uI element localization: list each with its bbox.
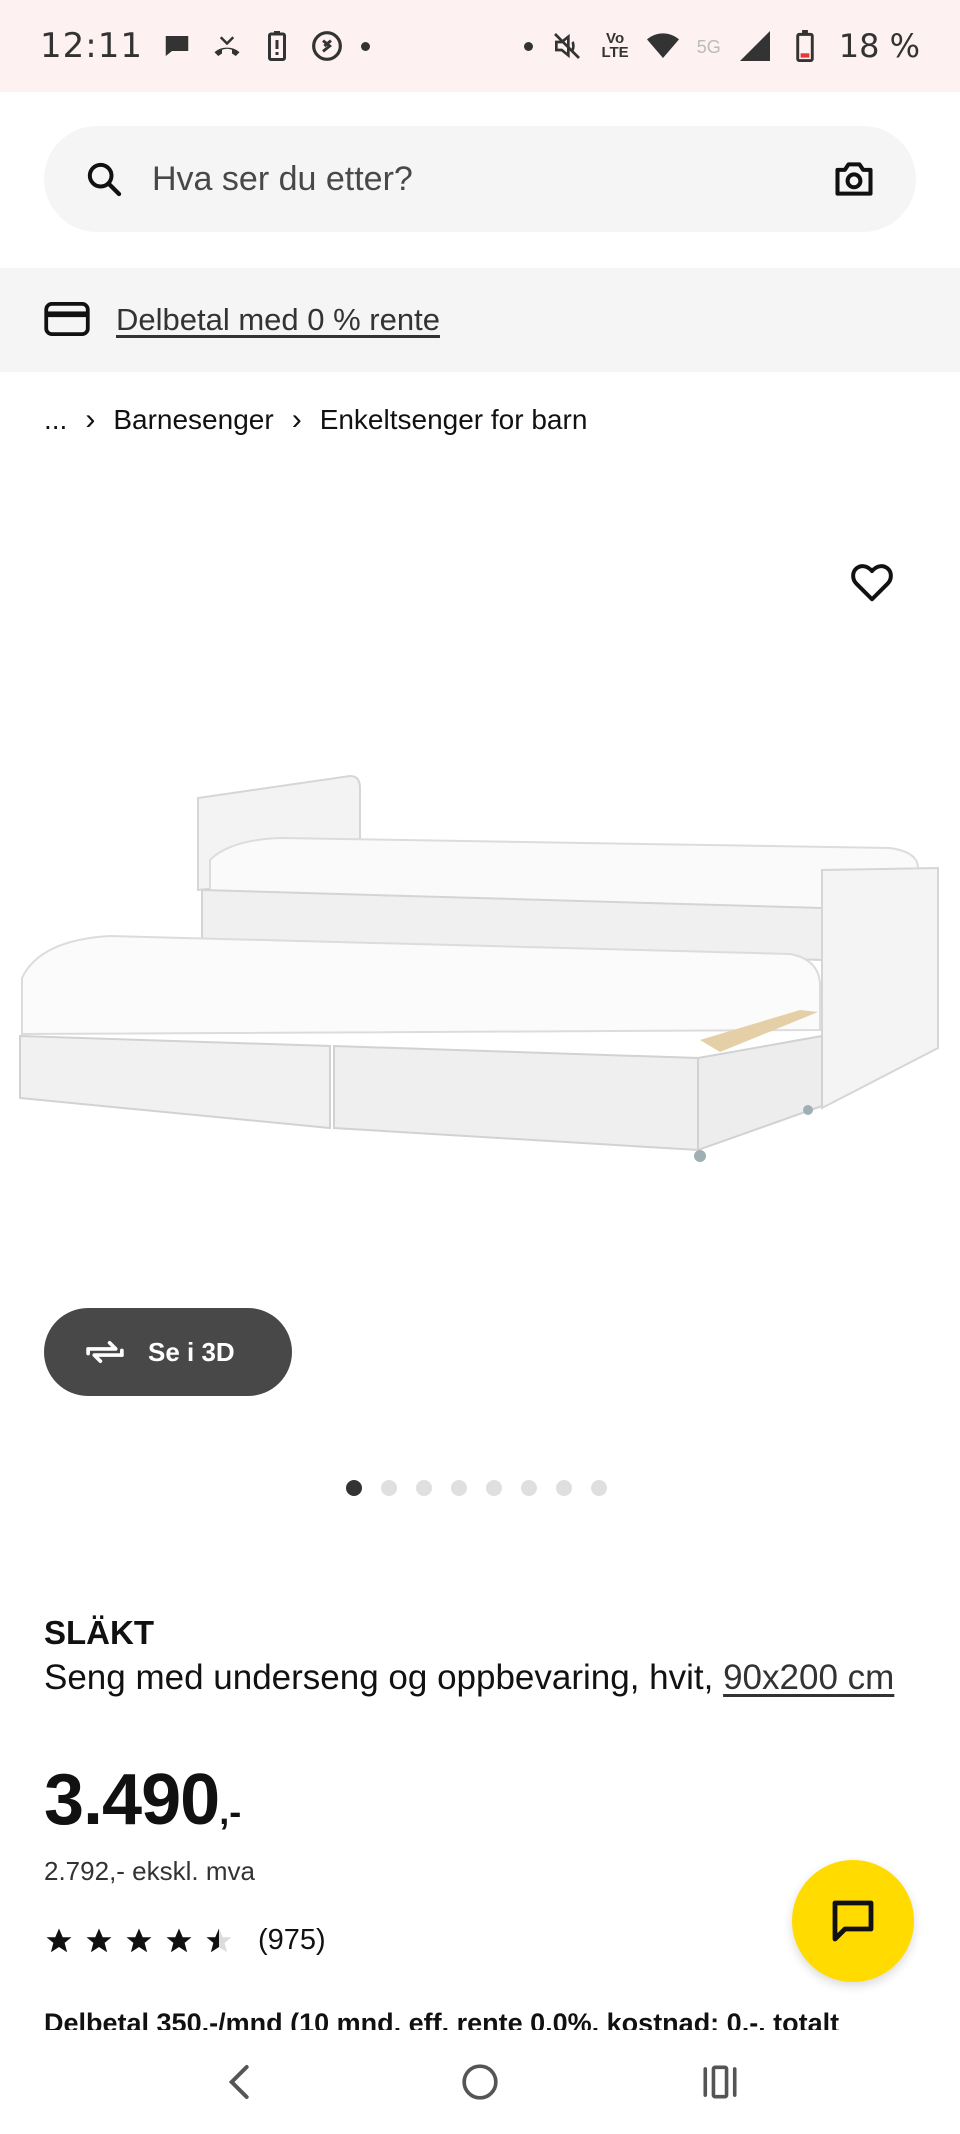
battery-icon <box>789 30 821 62</box>
product-description-text: Seng med underseng og oppbevaring, hvit, <box>44 1658 724 1697</box>
heart-icon <box>851 564 893 602</box>
recents-icon <box>703 2065 737 2099</box>
notification-dot-icon <box>524 41 534 51</box>
back-chevron-icon <box>228 2065 249 2099</box>
see-in-3d-label: Se i 3D <box>148 1336 235 1367</box>
star-half-icon <box>204 1926 234 1956</box>
price-ex-vat: 2.792,- ekskl. mva <box>44 1856 255 1886</box>
see-in-3d-button[interactable]: Se i 3D <box>44 1308 292 1396</box>
product-image-bed <box>19 774 939 1162</box>
system-nav-bar <box>0 2030 960 2134</box>
chevron-right-icon: › <box>85 403 96 436</box>
rotate-3d-icon <box>82 1336 128 1368</box>
breadcrumb-item-enkeltsenger[interactable]: Enkeltsenger for barn <box>320 404 588 436</box>
product-size-link[interactable]: 90x200 cm <box>723 1658 894 1697</box>
breadcrumb: ... › Barnesenger › Enkeltsenger for bar… <box>44 400 587 440</box>
cell-signal-icon <box>739 30 771 62</box>
shazam-icon <box>311 30 343 62</box>
favorite-button[interactable] <box>842 552 902 612</box>
gallery-dot[interactable] <box>346 1480 362 1496</box>
product-rating[interactable]: (975) <box>44 1924 326 1957</box>
star-full-icon <box>84 1926 114 1956</box>
battery-percent: 18 % <box>838 27 920 65</box>
back-button[interactable] <box>210 2052 270 2112</box>
product-price: 3.490 ,- <box>44 1760 241 1840</box>
product-description: Seng med underseng og oppbevaring, hvit,… <box>44 1656 916 1700</box>
gallery-dot[interactable] <box>521 1480 537 1496</box>
notification-dot-icon <box>360 41 370 51</box>
installment-link[interactable]: Delbetal med 0 % rente <box>116 302 440 338</box>
battery-alert-icon <box>261 30 293 62</box>
star-full-icon <box>164 1926 194 1956</box>
gallery-dot[interactable] <box>381 1480 397 1496</box>
home-circle-icon <box>462 2064 498 2100</box>
gallery-dot[interactable] <box>416 1480 432 1496</box>
gallery-dot[interactable] <box>451 1480 467 1496</box>
camera-icon[interactable] <box>832 157 876 201</box>
home-button[interactable] <box>450 2052 510 2112</box>
rating-count: (975) <box>258 1924 326 1956</box>
mute-icon <box>551 30 583 62</box>
chat-icon <box>832 1900 874 1942</box>
credit-card-icon <box>44 302 92 338</box>
gallery-dot[interactable] <box>556 1480 572 1496</box>
status-bar-right: Vo LTE 5G 18 % <box>524 27 920 65</box>
chevron-right-icon: › <box>291 403 302 436</box>
chat-bubble-icon <box>161 30 193 62</box>
search-input[interactable] <box>152 159 832 199</box>
gallery-pagination <box>346 1480 607 1496</box>
chat-button[interactable] <box>792 1860 914 1982</box>
star-full-icon <box>44 1926 74 1956</box>
product-brand: SLÄKT <box>44 1614 154 1651</box>
installment-promo-banner: Delbetal med 0 % rente <box>0 268 960 372</box>
volte-indicator: Vo LTE <box>601 31 629 61</box>
volte-bottom: LTE <box>601 44 629 61</box>
gallery-dot[interactable] <box>486 1480 502 1496</box>
status-time: 12:11 <box>40 26 143 66</box>
recents-button[interactable] <box>690 2052 750 2112</box>
gallery-dot[interactable] <box>591 1480 607 1496</box>
status-bar: 12:11 Vo LTE 5G 18 % <box>0 0 960 92</box>
network-type: 5G <box>696 37 721 57</box>
search-bar[interactable] <box>44 126 916 232</box>
search-icon <box>84 159 124 199</box>
status-bar-left: 12:11 <box>40 26 370 66</box>
missed-call-icon <box>211 30 243 62</box>
breadcrumb-ellipsis[interactable]: ... <box>44 404 67 436</box>
breadcrumb-item-barnesenger[interactable]: Barnesenger <box>113 404 273 436</box>
star-full-icon <box>124 1926 154 1956</box>
price-suffix: ,- <box>219 1791 242 1832</box>
wifi-icon <box>646 30 679 62</box>
price-integer: 3.490 <box>44 1760 220 1840</box>
